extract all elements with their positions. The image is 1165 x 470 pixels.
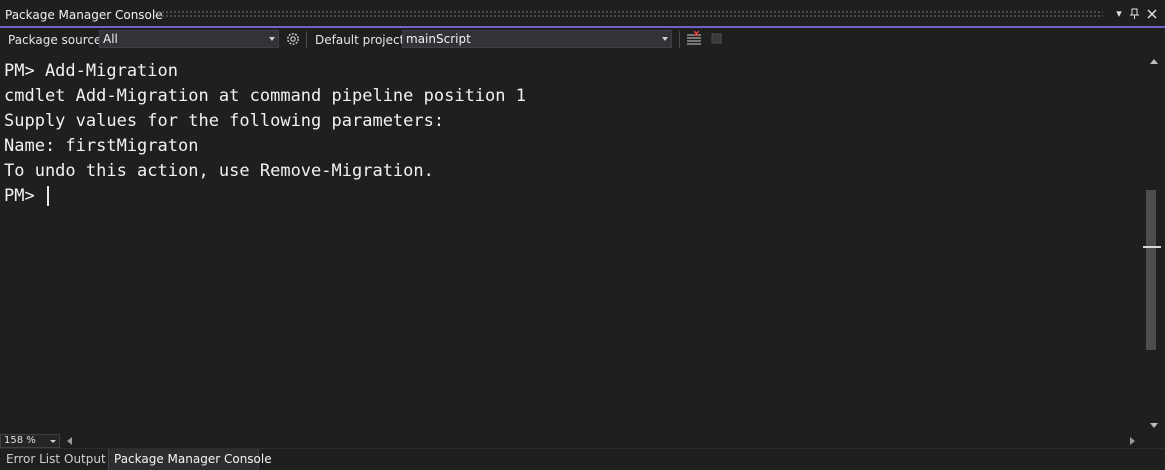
package-source-select[interactable]: All [99, 30, 279, 48]
tab-output[interactable]: Output [59, 449, 111, 470]
pin-icon[interactable] [1128, 7, 1142, 21]
console-line: Supply values for the following paramete… [4, 111, 445, 131]
scrollbar-thumb[interactable] [1146, 190, 1156, 350]
text-cursor [46, 186, 49, 206]
package-manager-console-window: Package Manager Console ▾ Package source… [0, 0, 1165, 470]
package-source-value: All [103, 32, 118, 46]
default-project-select[interactable]: mainScript [402, 30, 672, 48]
vertical-scrollbar[interactable] [1143, 54, 1165, 434]
console-prompt: PM> [4, 186, 45, 206]
toolbar-separator [306, 31, 307, 48]
stop-icon[interactable] [709, 31, 725, 47]
title-grip[interactable] [153, 10, 1103, 18]
zoom-level-value: 158 % [4, 435, 36, 446]
window-title: Package Manager Console [5, 8, 163, 22]
scroll-down-icon[interactable] [1150, 423, 1158, 428]
default-project-value: mainScript [406, 32, 471, 46]
console-line: To undo this action, use Remove-Migratio… [4, 161, 434, 181]
title-bar: Package Manager Console ▾ [0, 0, 1165, 28]
scroll-up-icon[interactable] [1150, 59, 1158, 64]
console-toolbar: Package source: All Default project: mai… [0, 28, 1165, 55]
clear-console-icon[interactable] [686, 30, 702, 47]
dropdown-icon[interactable]: ▾ [1112, 7, 1126, 21]
gear-icon[interactable] [285, 31, 301, 47]
console-line: PM> Add-Migration [4, 61, 178, 81]
tab-error-list[interactable]: Error List [1, 449, 65, 470]
console-prompt-line[interactable]: PM> [4, 186, 49, 206]
console-output[interactable]: PM> Add-Migration cmdlet Add-Migration a… [0, 54, 1143, 434]
package-source-label: Package source: [8, 33, 106, 47]
scroll-position-marker [1143, 246, 1161, 248]
tab-package-manager-console[interactable]: Package Manager Console [108, 449, 272, 470]
zoom-level-select[interactable]: 158 % [0, 434, 60, 448]
chevron-down-icon [50, 440, 56, 443]
horizontal-scrollbar[interactable]: 158 % [0, 434, 1165, 448]
chevron-down-icon [662, 37, 668, 41]
console-line: Name: firstMigraton [4, 136, 199, 156]
bottom-tab-strip: Error List Output Package Manager Consol… [0, 448, 1165, 470]
chevron-down-icon [269, 37, 275, 41]
toolbar-separator [679, 31, 680, 48]
console-line: cmdlet Add-Migration at command pipeline… [4, 86, 526, 106]
close-icon[interactable] [1145, 7, 1159, 21]
scroll-right-icon[interactable] [1130, 437, 1135, 445]
scroll-left-icon[interactable] [67, 437, 72, 445]
default-project-label: Default project: [315, 33, 409, 47]
